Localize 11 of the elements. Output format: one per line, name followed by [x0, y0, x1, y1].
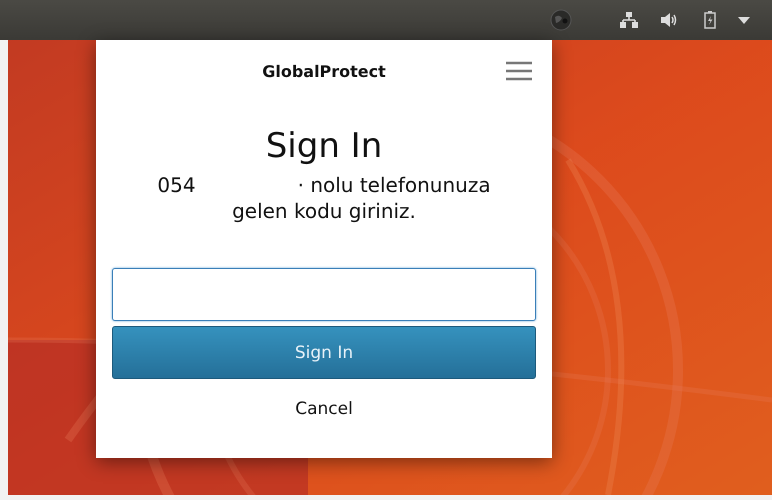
caret-icon[interactable] [738, 16, 750, 24]
instruction-text: 054 · nolu telefonunuza gelen kodu giriniz. [157, 172, 491, 224]
sign-in-button[interactable]: Sign In [112, 326, 536, 379]
sign-in-heading: Sign In [266, 126, 382, 166]
dialog-title: GlobalProtect [262, 62, 386, 80]
cancel-button[interactable]: Cancel [291, 397, 357, 421]
menu-icon[interactable] [506, 61, 532, 81]
battery-icon[interactable] [704, 11, 716, 29]
volume-icon[interactable] [660, 12, 678, 28]
code-field[interactable] [112, 268, 536, 321]
network-icon[interactable] [620, 12, 638, 28]
